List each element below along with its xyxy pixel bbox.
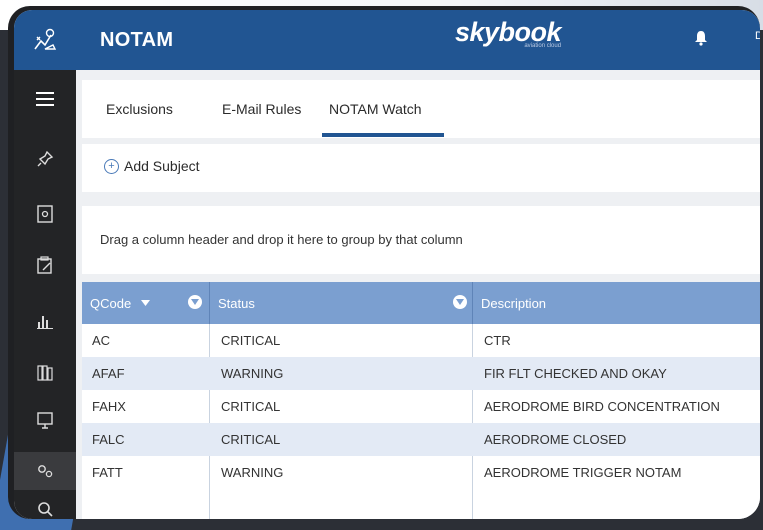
cell-status: CRITICAL bbox=[221, 399, 281, 414]
group-drop-zone[interactable]: Drag a column header and drop it here to… bbox=[82, 206, 760, 274]
search-icon[interactable] bbox=[14, 490, 76, 519]
cell-description: AERODROME CLOSED bbox=[484, 432, 627, 447]
active-tab-indicator bbox=[322, 133, 444, 137]
column-label-status: Status bbox=[218, 295, 255, 311]
column-header-status[interactable]: Status bbox=[218, 282, 255, 324]
page-title: NOTAM bbox=[100, 28, 174, 51]
group-hint: Drag a column header and drop it here to… bbox=[100, 232, 463, 247]
app-screen: NOTAM skybook aviation cloud D Exclusion… bbox=[14, 10, 760, 519]
grid-header: QCode Status Description bbox=[82, 282, 760, 324]
settings-icon[interactable] bbox=[14, 452, 76, 490]
cell-description: AERODROME TRIGGER NOTAM bbox=[484, 465, 682, 480]
tab-notam-watch[interactable]: NOTAM Watch bbox=[329, 101, 422, 117]
filter-icon[interactable] bbox=[453, 295, 467, 309]
tab-bar: Exclusions E-Mail Rules NOTAM Watch bbox=[82, 80, 760, 138]
pin-icon[interactable] bbox=[14, 140, 76, 178]
brand-name: skybook bbox=[455, 17, 562, 47]
add-subject-label: Add Subject bbox=[124, 158, 200, 174]
notification-bell-icon[interactable] bbox=[694, 30, 708, 50]
table-row[interactable]: FATT WARNING AERODROME TRIGGER NOTAM bbox=[82, 456, 760, 489]
user-menu-initial[interactable]: D bbox=[755, 30, 760, 42]
column-divider bbox=[472, 282, 473, 324]
clipboard-icon[interactable] bbox=[14, 246, 76, 284]
chart-icon[interactable] bbox=[14, 302, 76, 340]
cell-status: WARNING bbox=[221, 465, 284, 480]
menu-icon[interactable] bbox=[14, 80, 76, 118]
column-divider bbox=[209, 282, 210, 324]
table-row[interactable]: AC CRITICAL CTR bbox=[82, 324, 760, 357]
cell-description: FIR FLT CHECKED AND OKAY bbox=[484, 366, 667, 381]
document-icon[interactable] bbox=[14, 195, 76, 233]
column-header-description[interactable]: Description bbox=[481, 282, 546, 324]
cell-description: CTR bbox=[484, 333, 511, 348]
notam-logo-icon bbox=[34, 28, 57, 50]
cell-status: CRITICAL bbox=[221, 432, 281, 447]
filter-icon[interactable] bbox=[188, 295, 202, 309]
cell-qcode: FALC bbox=[92, 432, 125, 447]
column-header-qcode[interactable]: QCode bbox=[90, 282, 151, 324]
monitor-icon[interactable] bbox=[14, 402, 76, 440]
cell-qcode: FATT bbox=[92, 465, 123, 480]
table-row[interactable]: FAHX CRITICAL AERODROME BIRD CONCENTRATI… bbox=[82, 390, 760, 423]
add-subject-button[interactable]: + Add Subject bbox=[104, 158, 200, 174]
sidebar bbox=[14, 70, 76, 519]
main-content: Exclusions E-Mail Rules NOTAM Watch + Ad… bbox=[76, 70, 760, 519]
cell-description: AERODROME BIRD CONCENTRATION bbox=[484, 399, 720, 414]
app-header: NOTAM skybook aviation cloud D bbox=[14, 10, 760, 70]
brand-logo: skybook aviation cloud bbox=[455, 17, 562, 49]
cell-qcode: AFAF bbox=[92, 366, 125, 381]
notam-watch-grid: QCode Status Description AC CRITICAL CTR… bbox=[82, 282, 760, 519]
tab-exclusions[interactable]: Exclusions bbox=[106, 101, 173, 117]
toolbar: + Add Subject bbox=[82, 144, 760, 192]
tab-email-rules[interactable]: E-Mail Rules bbox=[222, 101, 301, 117]
sort-descending-icon[interactable] bbox=[141, 300, 151, 306]
cell-qcode: FAHX bbox=[92, 399, 126, 414]
app-logo[interactable] bbox=[14, 10, 76, 70]
column-label-description: Description bbox=[481, 295, 547, 311]
table-row[interactable]: AFAF WARNING FIR FLT CHECKED AND OKAY bbox=[82, 357, 760, 390]
cell-qcode: AC bbox=[92, 333, 111, 348]
tablet-frame: NOTAM skybook aviation cloud D Exclusion… bbox=[8, 6, 760, 519]
column-label-qcode: QCode bbox=[90, 295, 132, 311]
cell-status: CRITICAL bbox=[221, 333, 281, 348]
library-icon[interactable] bbox=[14, 354, 76, 392]
cell-status: WARNING bbox=[221, 366, 284, 381]
table-row[interactable]: FALC CRITICAL AERODROME CLOSED bbox=[82, 423, 760, 456]
plus-circle-icon: + bbox=[104, 158, 119, 174]
